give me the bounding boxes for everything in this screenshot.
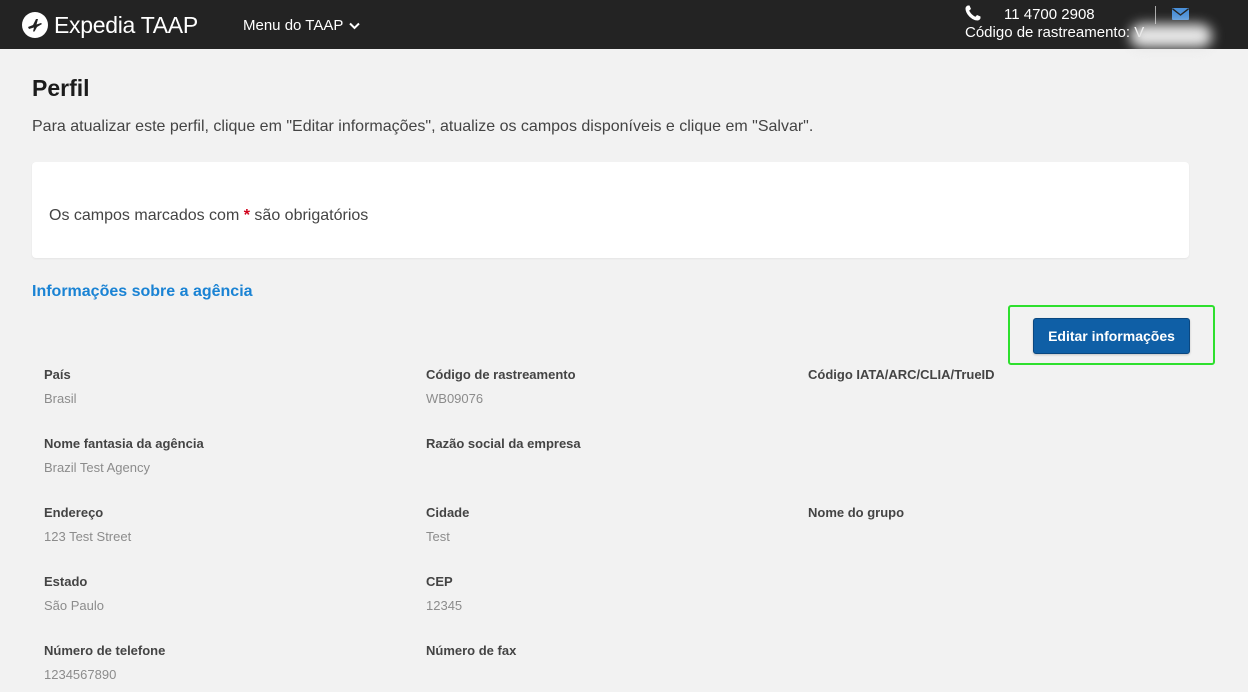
field-codigo-rastreamento: Código de rastreamento WB09076 xyxy=(426,367,786,407)
field-value: 123 Test Street xyxy=(44,529,132,544)
taap-menu-label: Menu do TAAP xyxy=(243,17,344,34)
field-label: Razão social da empresa xyxy=(426,436,581,451)
field-label: Código de rastreamento xyxy=(426,367,576,382)
field-label: Nome fantasia da agência xyxy=(44,436,204,451)
field-codigo-iata: Código IATA/ARC/CLIA/TrueID xyxy=(808,367,1168,407)
required-fields-notice-card: Os campos marcados com * são obrigatório… xyxy=(32,162,1189,258)
field-value: Brasil xyxy=(44,391,77,406)
field-value: 12345 xyxy=(426,598,463,613)
field-value: WB09076 xyxy=(426,391,484,406)
required-fields-notice: Os campos marcados com * são obrigatório… xyxy=(49,207,368,225)
required-star: * xyxy=(243,207,250,224)
field-label: Estado xyxy=(44,574,88,589)
edit-button-highlight: Editar informações xyxy=(1008,305,1215,365)
field-value xyxy=(808,391,1168,407)
field-label: Número de telefone xyxy=(44,643,166,658)
field-value xyxy=(426,667,786,683)
field-cep: CEP 12345 xyxy=(426,574,786,614)
field-telefone: Número de telefone 1234567890 xyxy=(44,643,404,683)
field-nome-fantasia: Nome fantasia da agência Brazil Test Age… xyxy=(44,436,404,476)
edit-info-button[interactable]: Editar informações xyxy=(1033,318,1190,354)
airplane-logo-icon xyxy=(22,12,48,38)
field-label: Endereço xyxy=(44,505,104,520)
field-value: Test xyxy=(426,529,450,544)
header-divider xyxy=(1155,6,1156,24)
field-label: Código IATA/ARC/CLIA/TrueID xyxy=(808,367,995,382)
field-label: Cidade xyxy=(426,505,470,520)
field-cidade: Cidade Test xyxy=(426,505,786,545)
mail-icon[interactable] xyxy=(1172,7,1189,25)
field-estado: Estado São Paulo xyxy=(44,574,404,614)
field-value xyxy=(426,460,786,476)
chevron-down-icon xyxy=(349,17,361,34)
field-value: Brazil Test Agency xyxy=(44,460,150,475)
field-value: São Paulo xyxy=(44,598,104,613)
field-pais: País Brasil xyxy=(44,367,404,407)
tracking-code-label: Código de rastreamento: V xyxy=(965,24,1145,41)
field-label: País xyxy=(44,367,71,382)
field-label: Nome do grupo xyxy=(808,505,905,520)
tracking-code-display: Código de rastreamento: V xyxy=(965,24,1144,41)
redacted-tracking-value xyxy=(1130,24,1212,48)
required-note-after: são obrigatórios xyxy=(254,207,369,224)
field-label: Número de fax xyxy=(426,643,517,658)
top-navigation-bar: Expedia TAAP Menu do TAAP 11 4700 2908 C… xyxy=(0,0,1248,49)
page-title: Perfil xyxy=(32,75,90,101)
field-value: 1234567890 xyxy=(44,667,117,682)
support-phone-number[interactable]: 11 4700 2908 xyxy=(1004,6,1095,23)
field-fax: Número de fax xyxy=(426,643,786,683)
required-note-before: Os campos marcados com xyxy=(49,207,240,224)
field-value xyxy=(808,529,1168,545)
agency-info-section-title: Informações sobre a agência xyxy=(32,283,253,300)
brand-name: Expedia TAAP xyxy=(54,11,198,38)
expedia-taap-logo[interactable]: Expedia TAAP xyxy=(22,10,198,40)
field-label: CEP xyxy=(426,574,453,589)
field-razao-social: Razão social da empresa xyxy=(426,436,786,476)
page-instructions: Para atualizar este perfil, clique em "E… xyxy=(32,118,814,135)
field-nome-grupo: Nome do grupo xyxy=(808,505,1168,545)
field-endereco: Endereço 123 Test Street xyxy=(44,505,404,545)
taap-menu-dropdown[interactable]: Menu do TAAP xyxy=(243,17,361,34)
